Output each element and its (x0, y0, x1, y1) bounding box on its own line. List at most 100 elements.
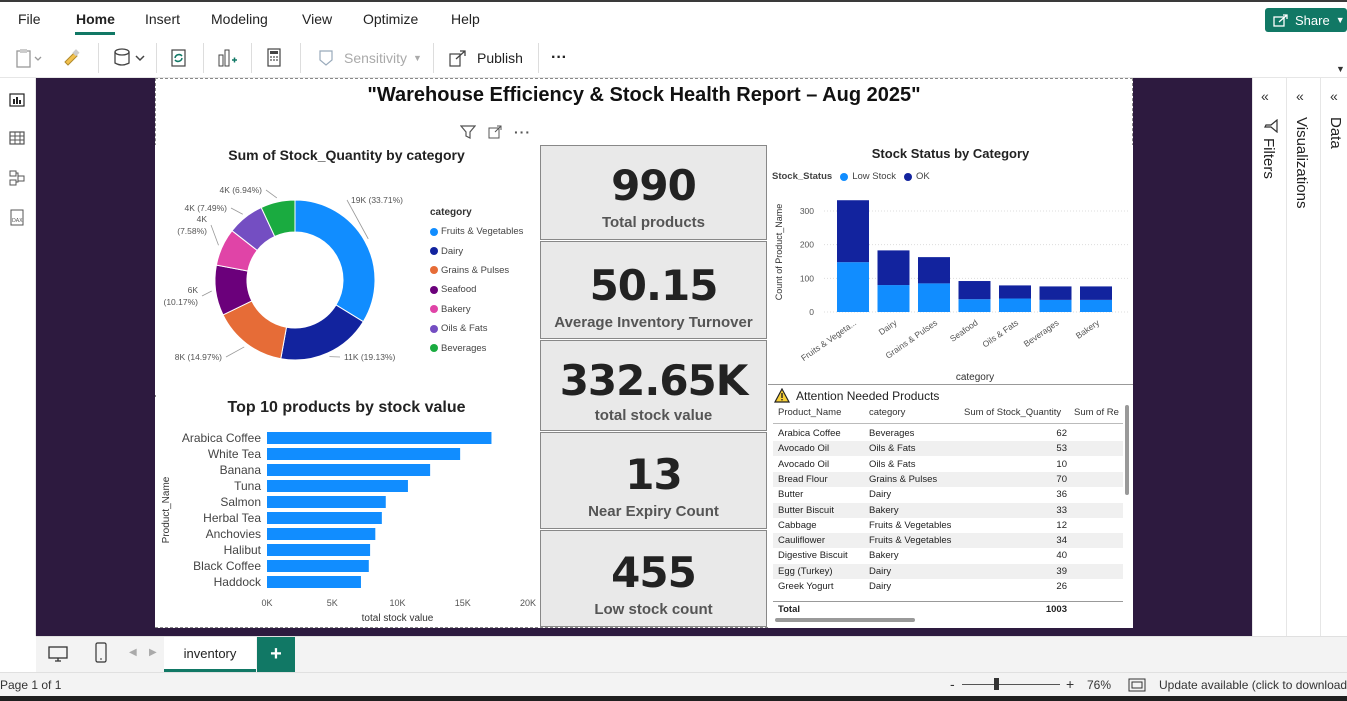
zoom-slider-thumb[interactable] (994, 678, 999, 690)
card-low-stock[interactable]: 455 Low stock count (540, 530, 767, 627)
table-cell: Egg (Turkey) (778, 565, 833, 577)
bar-segment (1080, 299, 1112, 312)
zoom-in-button[interactable]: + (1066, 676, 1074, 692)
legend-item[interactable]: Bakery (430, 300, 523, 319)
tab-inventory[interactable]: inventory (164, 637, 256, 672)
legend-item[interactable]: Beverages (430, 338, 523, 357)
mobile-layout-icon[interactable] (94, 642, 108, 664)
legend-label: Beverages (441, 342, 487, 354)
more-options-button[interactable]: ··· (551, 46, 567, 70)
more-options-icon[interactable]: ··· (514, 124, 531, 140)
status-title: Stock Status by Category (871, 146, 1030, 161)
publish-button[interactable]: Publish (448, 46, 523, 70)
new-visual-button[interactable] (216, 46, 238, 70)
table-vertical-scrollbar[interactable] (1125, 405, 1129, 495)
filter-icon (1264, 119, 1278, 133)
desktop-layout-icon[interactable] (47, 645, 69, 663)
model-view-icon[interactable] (7, 168, 27, 188)
fit-to-page-icon[interactable] (1128, 678, 1146, 692)
col-header-stock-qty[interactable]: Sum of Stock_Quantity (964, 407, 1061, 418)
menu-home[interactable]: Home (76, 11, 115, 27)
zoom-out-button[interactable]: - (950, 676, 955, 692)
paste-button[interactable] (14, 46, 44, 70)
category-label: Anchovies (206, 527, 261, 541)
ribbon-collapse-icon[interactable]: ▼ (1336, 64, 1345, 74)
menu-insert[interactable]: Insert (145, 11, 180, 27)
table-cell: Beverages (869, 428, 915, 439)
format-painter-button[interactable] (62, 46, 82, 70)
card-label: Average Inventory Turnover (554, 314, 753, 331)
col-header-category[interactable]: category (869, 407, 905, 418)
table-cell: Bread Flour (778, 473, 828, 485)
table-view-icon[interactable] (7, 128, 27, 148)
report-view-icon[interactable] (7, 90, 27, 110)
data-label: 4K (7.49%) (184, 203, 227, 213)
legend-item[interactable]: Oils & Fats (430, 319, 523, 338)
update-notice[interactable]: Update available (click to download (1159, 678, 1347, 692)
card-total-products[interactable]: 990 Total products (540, 145, 767, 240)
card-value: 455 (611, 548, 697, 597)
total-divider (773, 601, 1123, 602)
x-tick-label: Beverages (1022, 317, 1061, 349)
table-cell: Butter Biscuit (778, 504, 834, 516)
table-cell: Oils & Fats (869, 443, 916, 455)
zoom-slider[interactable] (962, 684, 1060, 685)
card-label: Low stock count (594, 601, 713, 618)
legend-dot (430, 247, 438, 256)
table-cell: 62 (1056, 428, 1067, 439)
table-horizontal-scrollbar[interactable] (775, 618, 915, 622)
sensitivity-button[interactable]: Sensitivity ▼ (316, 46, 422, 70)
get-data-button[interactable] (112, 46, 148, 70)
menu-active-indicator (75, 32, 115, 35)
status-chart[interactable]: 0100200300Fruits & Vegeta... DairyGrains … (768, 185, 1133, 383)
expand-data-icon[interactable]: « (1330, 88, 1338, 104)
warning-icon (774, 388, 790, 403)
card-near-expiry[interactable]: 13 Near Expiry Count (540, 432, 767, 529)
col-header-product[interactable]: Product_Name (778, 407, 841, 418)
menu-file[interactable]: File (18, 11, 41, 27)
legend-item[interactable]: Seafood (430, 280, 523, 299)
prev-page-icon[interactable]: ◀ (129, 647, 137, 658)
top10-chart[interactable]: Arabica Coffee White Tea Banana Tuna Salmon H… (155, 425, 538, 627)
sensitivity-label: Sensitivity (344, 50, 408, 66)
visualizations-pane-label[interactable]: Visualizations (1293, 117, 1310, 208)
menu-help[interactable]: Help (451, 11, 480, 27)
menu-optimize[interactable]: Optimize (363, 11, 418, 27)
donut-legend: Fruits & Vegetables Dairy Grains & Pulses S… (430, 222, 523, 358)
legend-dot (430, 344, 438, 353)
x-tick-label: Dairy (877, 317, 900, 337)
menu-view[interactable]: View (302, 11, 332, 27)
legend-dot (430, 266, 438, 275)
table-cell: Grains & Pulses (869, 473, 938, 485)
menu-bar: File Home Insert Modeling View Optimize … (0, 0, 1347, 36)
bar (267, 496, 386, 508)
table-cell: Fruits & Vegetables (869, 535, 952, 547)
add-page-button[interactable]: + (257, 637, 295, 672)
legend-dot (430, 305, 438, 314)
data-pane-label[interactable]: Data (1327, 117, 1344, 149)
table-cell: Digestive Biscuit (778, 550, 848, 562)
share-button[interactable]: Share ▼ (1265, 8, 1347, 32)
filters-pane-label[interactable]: Filters (1260, 138, 1277, 179)
data-label: 8K (14.97%) (175, 352, 222, 362)
focus-mode-icon[interactable] (488, 125, 502, 139)
col-header-reorder[interactable]: Sum of Re (1074, 407, 1124, 418)
leader-line (265, 189, 278, 199)
next-page-icon[interactable]: ▶ (149, 647, 157, 658)
legend-item[interactable]: Fruits & Vegetables (430, 222, 523, 241)
category-label: Halibut (224, 543, 262, 557)
dax-query-icon[interactable]: DAX (7, 208, 27, 228)
legend-item[interactable]: Dairy (430, 241, 523, 260)
legend-item[interactable]: Grains & Pulses (430, 261, 523, 280)
menu-modeling[interactable]: Modeling (211, 11, 268, 27)
legend-label: Oils & Fats (441, 323, 488, 335)
expand-visualizations-icon[interactable]: « (1296, 88, 1304, 104)
chevron-down-icon: ▼ (413, 53, 422, 63)
refresh-button[interactable] (168, 46, 190, 70)
filter-icon[interactable] (460, 125, 476, 139)
bar-segment (918, 257, 950, 284)
new-measure-button[interactable] (264, 46, 284, 70)
card-total-stock-value[interactable]: 332.65K total stock value (540, 340, 767, 431)
expand-filters-icon[interactable]: « (1261, 88, 1269, 104)
card-avg-turnover[interactable]: 50.15 Average Inventory Turnover (540, 241, 767, 339)
